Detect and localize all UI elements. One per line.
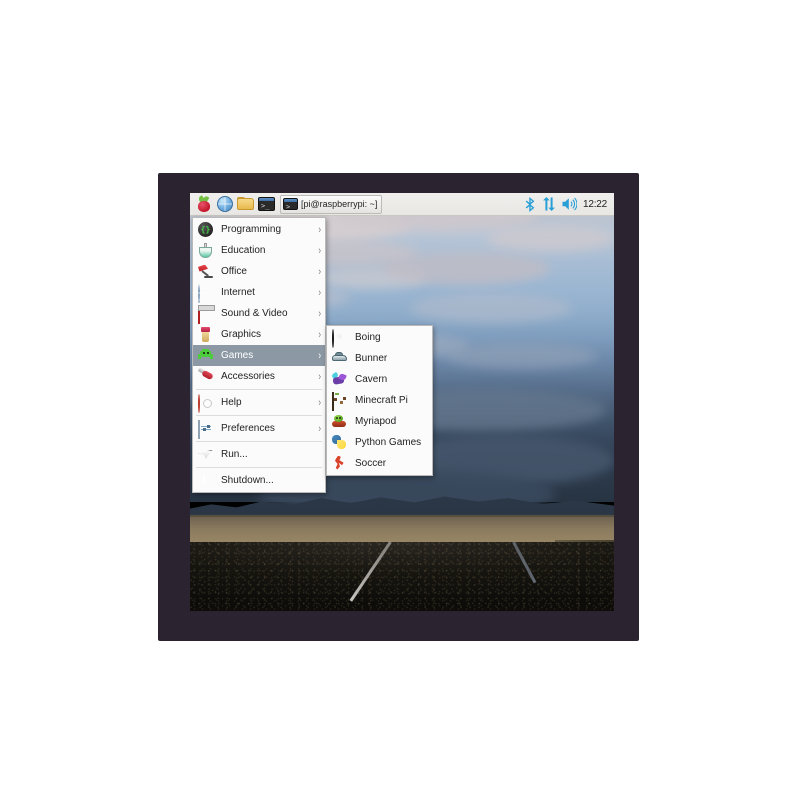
chevron-right-icon: › xyxy=(318,265,321,278)
window-task-title: [pi@raspberrypi: ~] xyxy=(301,199,378,209)
shutdown-icon xyxy=(198,473,214,489)
chevron-right-icon: › xyxy=(318,223,321,236)
window-task-button[interactable]: >_ [pi@raspberrypi: ~] xyxy=(280,194,383,214)
menu-item-games[interactable]: Games › xyxy=(193,345,325,366)
programming-icon: {} xyxy=(198,221,214,238)
chevron-right-icon: › xyxy=(318,422,321,435)
menu-item-preferences[interactable]: Preferences › xyxy=(193,418,325,439)
menu-item-sound-video[interactable]: Sound & Video › xyxy=(193,303,325,324)
menu-item-education[interactable]: Education › xyxy=(193,240,325,261)
menu-separator xyxy=(196,415,322,416)
menu-item-programming[interactable]: {} Programming › xyxy=(193,219,325,240)
myriapod-icon xyxy=(332,414,348,430)
application-menu: {} Programming › Education › Office › In… xyxy=(192,217,326,493)
submenu-item-cavern[interactable]: Cavern xyxy=(327,369,432,390)
minecraft-pi-icon xyxy=(332,391,348,411)
boing-icon xyxy=(332,328,348,348)
run-icon xyxy=(198,447,214,463)
submenu-item-label: Python Games xyxy=(355,437,422,448)
soccer-icon xyxy=(332,455,348,472)
terminal-button[interactable]: >_ xyxy=(257,195,276,214)
screenshot-root: >_ >_ [pi@raspberrypi: ~] 12:22 {} Progr… xyxy=(0,0,800,800)
preferences-icon xyxy=(198,419,214,439)
clock[interactable]: 12:22 xyxy=(583,199,607,210)
menu-separator xyxy=(196,441,322,442)
cloud xyxy=(486,226,614,252)
bunner-icon xyxy=(332,351,348,367)
python-icon xyxy=(332,434,348,451)
submenu-item-label: Myriapod xyxy=(355,416,397,427)
monitor-bezel: >_ >_ [pi@raspberrypi: ~] 12:22 {} Progr… xyxy=(158,173,639,641)
menu-item-shutdown[interactable]: Shutdown... xyxy=(193,470,325,491)
submenu-item-python-games[interactable]: Python Games xyxy=(327,432,432,453)
submenu-item-soccer[interactable]: Soccer xyxy=(327,453,432,474)
folder-icon xyxy=(237,197,254,211)
accessories-icon xyxy=(197,366,214,385)
submenu-item-minecraft-pi[interactable]: Minecraft Pi xyxy=(327,390,432,411)
menu-item-accessories[interactable]: Accessories › xyxy=(193,366,325,387)
globe-icon xyxy=(216,196,233,212)
office-icon xyxy=(198,264,214,280)
menu-item-label: Shutdown... xyxy=(221,475,274,486)
network-updown-icon[interactable] xyxy=(542,197,556,211)
sound-video-icon xyxy=(198,304,214,324)
menu-item-label: Games xyxy=(221,350,254,361)
chevron-right-icon: › xyxy=(318,286,321,299)
chevron-right-icon: › xyxy=(318,349,321,362)
chevron-right-icon: › xyxy=(318,307,321,320)
menu-item-label: Sound & Video xyxy=(221,308,288,319)
cloud xyxy=(444,343,598,369)
chevron-right-icon: › xyxy=(318,328,321,341)
menu-item-label: Graphics xyxy=(221,329,262,340)
menu-item-internet[interactable]: Internet › xyxy=(193,282,325,303)
system-tray: 12:22 xyxy=(525,196,610,212)
terminal-icon: >_ xyxy=(283,198,298,210)
cloud xyxy=(410,293,572,323)
menu-item-office[interactable]: Office › xyxy=(193,261,325,282)
raspberry-menu-button[interactable] xyxy=(194,194,213,214)
raspberry-pi-icon xyxy=(195,194,212,213)
menu-item-label: Run... xyxy=(221,449,248,460)
menu-separator xyxy=(196,467,322,468)
menu-item-label: Accessories xyxy=(221,371,275,382)
menu-item-label: Internet xyxy=(221,287,255,298)
chevron-right-icon: › xyxy=(318,396,321,409)
menu-separator xyxy=(196,389,322,390)
graphics-icon xyxy=(198,326,214,343)
submenu-item-label: Bunner xyxy=(355,353,388,364)
submenu-item-label: Boing xyxy=(355,332,381,343)
chevron-right-icon: › xyxy=(318,244,321,257)
games-icon xyxy=(198,348,214,364)
submenu-item-label: Soccer xyxy=(355,458,387,469)
menu-item-label: Education xyxy=(221,245,266,256)
internet-icon xyxy=(198,283,214,303)
menu-item-label: Preferences xyxy=(221,423,275,434)
cloud xyxy=(380,251,551,285)
menu-item-graphics[interactable]: Graphics › xyxy=(193,324,325,345)
cavern-icon xyxy=(331,371,348,388)
web-browser-button[interactable] xyxy=(215,195,234,214)
help-icon xyxy=(198,393,214,413)
bluetooth-icon[interactable] xyxy=(525,196,536,212)
asphalt-road xyxy=(190,542,614,611)
menu-item-run[interactable]: Run... xyxy=(193,444,325,465)
menu-item-label: Office xyxy=(221,266,247,277)
terminal-icon: >_ xyxy=(258,197,275,211)
file-manager-button[interactable] xyxy=(236,195,255,214)
submenu-item-boing[interactable]: Boing xyxy=(327,327,432,348)
volume-speaker-icon[interactable] xyxy=(562,197,577,211)
menu-item-label: Help xyxy=(221,397,242,408)
submenu-item-label: Cavern xyxy=(355,374,388,385)
chevron-right-icon: › xyxy=(318,370,321,383)
menu-item-label: Programming xyxy=(221,224,282,235)
submenu-item-bunner[interactable]: Bunner xyxy=(327,348,432,369)
games-submenu: Boing Bunner Cavern Minecraft Pi Myriapo… xyxy=(326,325,433,476)
education-icon xyxy=(198,242,214,259)
menu-item-help[interactable]: Help › xyxy=(193,392,325,413)
taskbar: >_ >_ [pi@raspberrypi: ~] 12:22 xyxy=(190,193,614,216)
asphalt-texture xyxy=(190,542,614,611)
monitor-screen: >_ >_ [pi@raspberrypi: ~] 12:22 {} Progr… xyxy=(190,193,614,611)
submenu-item-label: Minecraft Pi xyxy=(355,395,408,406)
submenu-item-myriapod[interactable]: Myriapod xyxy=(327,411,432,432)
